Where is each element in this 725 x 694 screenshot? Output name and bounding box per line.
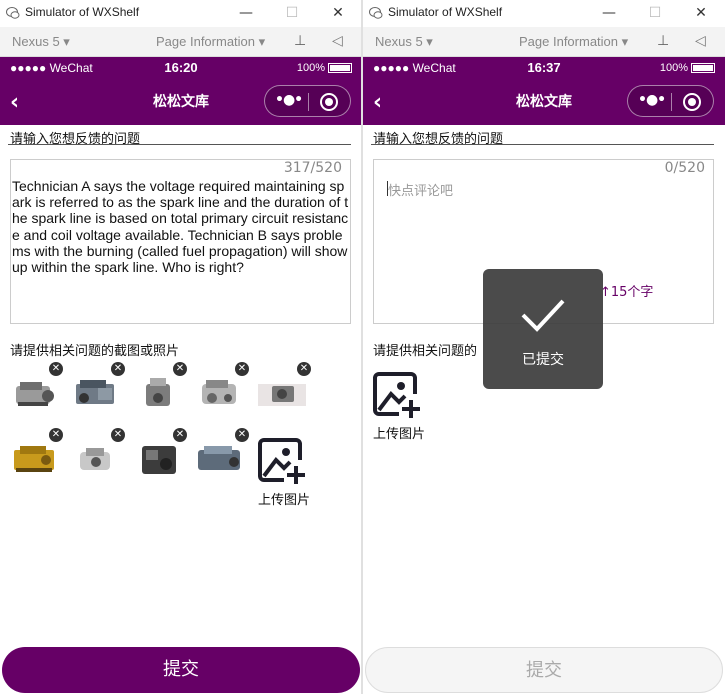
more-dots-icon[interactable]: •●• xyxy=(638,92,666,108)
engine-photo-thumbnail[interactable] xyxy=(72,440,122,480)
photo-label: 请提供相关问题的截图或照片 xyxy=(10,344,180,359)
engine-photo-icon xyxy=(16,382,54,406)
battery-percent: 100% xyxy=(659,62,688,74)
engine-photo-icon xyxy=(80,448,110,470)
device-select[interactable]: Nexus 5 ▾ xyxy=(12,34,70,50)
phone-status-bar: ●●●●● WeChat 16:37 100% xyxy=(363,57,725,81)
device-toolbar: Nexus 5 ▾ Page Information ▾ ⊥ ◁ xyxy=(363,27,725,57)
delete-photo-icon[interactable]: ✕ xyxy=(49,362,63,376)
upload-photo-button[interactable]: 上传图片 xyxy=(258,436,318,508)
engine-photo-thumbnail[interactable] xyxy=(134,374,184,414)
close-target-icon[interactable] xyxy=(683,93,701,111)
question-underline xyxy=(8,144,351,145)
menu-capsule: •●• xyxy=(264,85,351,117)
engine-photo-thumbnail[interactable] xyxy=(258,374,308,414)
window-title: Simulator of WXShelf xyxy=(388,5,503,19)
mini-program-navbar: ‹ 松松文库 •●• xyxy=(0,81,362,125)
delete-photo-icon[interactable]: ✕ xyxy=(173,362,187,376)
window-title: Simulator of WXShelf xyxy=(25,5,140,19)
delete-photo-icon[interactable]: ✕ xyxy=(111,362,125,376)
speaker-icon[interactable]: ◁ xyxy=(332,32,343,49)
engine-photo-icon xyxy=(198,446,240,470)
engine-photo-thumbnail[interactable] xyxy=(10,440,60,480)
maximize-button[interactable]: ☐ xyxy=(645,3,665,23)
battery-indicator: 100% xyxy=(660,62,715,74)
pin-icon[interactable]: ⊥ xyxy=(294,32,306,49)
engine-photo-icon xyxy=(202,380,236,404)
engine-photo-thumbnail[interactable] xyxy=(134,440,184,480)
maximize-button[interactable]: ☐ xyxy=(282,3,302,23)
minimize-button[interactable]: — xyxy=(599,3,619,23)
wechat-app-icon xyxy=(369,7,383,19)
simulator-window-left: Simulator of WXShelf — ☐ ✕ Nexus 5 ▾ Pag… xyxy=(0,0,362,694)
battery-indicator: 100% xyxy=(297,62,352,74)
delete-photo-icon[interactable]: ✕ xyxy=(111,428,125,442)
upload-label: 上传图片 xyxy=(373,427,426,442)
window-titlebar: Simulator of WXShelf — ☐ ✕ xyxy=(0,0,362,26)
simulator-window-right: Simulator of WXShelf — ☐ ✕ Nexus 5 ▾ Pag… xyxy=(363,0,725,694)
window-titlebar: Simulator of WXShelf — ☐ ✕ xyxy=(363,0,725,26)
page-info-select[interactable]: Page Information ▾ xyxy=(156,34,265,50)
close-window-button[interactable]: ✕ xyxy=(691,3,711,23)
add-image-icon xyxy=(258,438,305,484)
engine-photo-icon xyxy=(14,446,54,472)
feedback-placeholder: 快点评论吧 xyxy=(388,184,454,199)
engine-photo-icon xyxy=(142,446,176,474)
submit-button[interactable]: 提交 xyxy=(365,647,723,693)
delete-photo-icon[interactable]: ✕ xyxy=(173,428,187,442)
engine-photo-thumbnail[interactable] xyxy=(10,374,60,414)
speaker-icon[interactable]: ◁ xyxy=(695,32,706,49)
capsule-divider xyxy=(308,93,309,111)
engine-photo-thumbnail[interactable] xyxy=(196,374,246,414)
menu-capsule: •●• xyxy=(627,85,714,117)
engine-photo-icon xyxy=(258,384,306,406)
delete-photo-icon[interactable]: ✕ xyxy=(49,428,63,442)
toast-message: 已提交 xyxy=(522,352,564,368)
mini-program-navbar: ‹ 松松文库 •●• xyxy=(363,81,725,125)
device-toolbar: Nexus 5 ▾ Page Information ▾ ⊥ ◁ xyxy=(0,27,362,57)
min-length-hint: ↑15个字 xyxy=(600,285,654,300)
delete-photo-icon[interactable]: ✕ xyxy=(235,362,249,376)
minimize-button[interactable]: — xyxy=(236,3,256,23)
close-window-button[interactable]: ✕ xyxy=(328,3,348,23)
question-underline xyxy=(371,144,714,145)
delete-photo-icon[interactable]: ✕ xyxy=(297,362,311,376)
upload-photo-button[interactable]: 上传图片 xyxy=(373,370,433,442)
char-counter: 0/520 xyxy=(664,160,705,176)
capsule-divider xyxy=(671,93,672,111)
engine-photo-thumbnail[interactable] xyxy=(196,440,246,480)
submitted-toast: 已提交 xyxy=(483,269,603,389)
pin-icon[interactable]: ⊥ xyxy=(657,32,669,49)
more-dots-icon[interactable]: •●• xyxy=(275,92,303,108)
battery-icon xyxy=(691,63,715,74)
delete-photo-icon[interactable]: ✕ xyxy=(235,428,249,442)
submit-button[interactable]: 提交 xyxy=(2,647,360,693)
engine-photo-icon xyxy=(146,378,170,406)
upload-label: 上传图片 xyxy=(258,493,311,508)
check-icon xyxy=(521,299,565,332)
close-target-icon[interactable] xyxy=(320,93,338,111)
device-select[interactable]: Nexus 5 ▾ xyxy=(375,34,433,50)
wechat-app-icon xyxy=(6,7,20,19)
engine-photo-thumbnail[interactable] xyxy=(72,374,122,414)
battery-percent: 100% xyxy=(296,62,325,74)
photo-label: 请提供相关问题的 xyxy=(373,344,478,359)
phone-status-bar: ●●●●● WeChat 16:20 100% xyxy=(0,57,362,81)
add-image-icon xyxy=(373,372,420,418)
engine-photo-icon xyxy=(76,380,114,404)
page-info-select[interactable]: Page Information ▾ xyxy=(519,34,628,50)
feedback-textarea[interactable]: 317/520 Technician A says the voltage re… xyxy=(10,159,351,324)
char-counter: 317/520 xyxy=(283,160,342,176)
battery-icon xyxy=(328,63,352,74)
feedback-text: Technician A says the voltage required m… xyxy=(12,178,349,276)
